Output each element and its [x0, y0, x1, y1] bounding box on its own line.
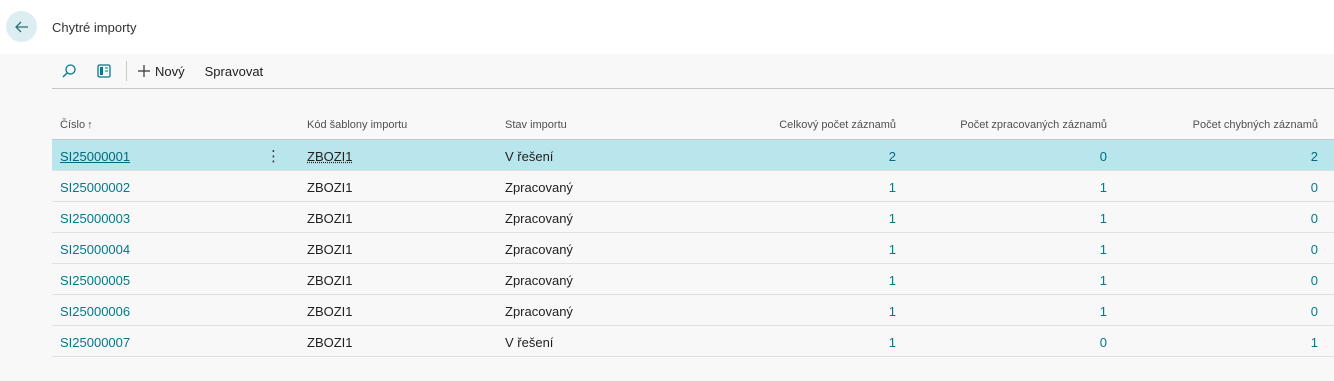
- column-header-processed[interactable]: Počet zpracovaných záznamů: [960, 119, 1107, 131]
- import-status: Zpracovaný: [505, 211, 573, 226]
- import-number-link[interactable]: SI25000007: [60, 335, 130, 350]
- column-header-errors[interactable]: Počet chybných záznamů: [1193, 119, 1318, 131]
- back-button[interactable]: [6, 11, 37, 42]
- arrow-left-icon: [14, 21, 28, 32]
- import-status: Zpracovaný: [505, 304, 573, 319]
- processed-records[interactable]: 1: [1100, 304, 1107, 319]
- template-code: ZBOZI1: [307, 242, 353, 257]
- template-code: ZBOZI1: [307, 304, 353, 319]
- import-number-link[interactable]: SI25000005: [60, 273, 130, 288]
- filter-pane-icon[interactable]: [92, 59, 116, 83]
- column-header-template[interactable]: Kód šablony importu: [307, 119, 407, 131]
- template-code: ZBOZI1: [307, 149, 353, 164]
- total-records[interactable]: 1: [889, 304, 896, 319]
- import-number-link[interactable]: SI25000004: [60, 242, 130, 257]
- table-row[interactable]: SI25000001 ⋮ ZBOZI1 V řešení 2 0 2: [52, 140, 1334, 171]
- table-header: Číslo ↑ Kód šablony importu Stav importu …: [52, 109, 1334, 140]
- plus-icon: [138, 65, 150, 77]
- error-records[interactable]: 0: [1311, 304, 1318, 319]
- search-icon[interactable]: [57, 59, 81, 83]
- error-records[interactable]: 0: [1311, 242, 1318, 257]
- processed-records[interactable]: 1: [1100, 273, 1107, 288]
- total-records[interactable]: 2: [889, 149, 896, 164]
- template-code: ZBOZI1: [307, 180, 353, 195]
- total-records[interactable]: 1: [889, 180, 896, 195]
- import-status: Zpracovaný: [505, 273, 573, 288]
- template-code: ZBOZI1: [307, 211, 353, 226]
- column-header-status[interactable]: Stav importu: [505, 119, 567, 131]
- row-menu-icon[interactable]: ⋮: [266, 149, 281, 165]
- new-button-label: Nový: [155, 63, 185, 79]
- new-button[interactable]: Nový: [137, 64, 185, 79]
- imports-table: Číslo ↑ Kód šablony importu Stav importu …: [52, 109, 1334, 357]
- import-status: V řešení: [505, 335, 554, 350]
- total-records[interactable]: 1: [889, 211, 896, 226]
- manage-button[interactable]: Spravovat: [205, 64, 264, 79]
- total-records[interactable]: 1: [889, 335, 896, 350]
- import-status: V řešení: [505, 149, 554, 164]
- import-number-link[interactable]: SI25000002: [60, 180, 130, 195]
- processed-records[interactable]: 0: [1100, 335, 1107, 350]
- error-records[interactable]: 2: [1311, 149, 1318, 164]
- manage-button-label: Spravovat: [204, 63, 264, 79]
- processed-records[interactable]: 0: [1100, 149, 1107, 164]
- top-bar: Chytré importy: [0, 0, 1334, 54]
- import-number-link[interactable]: SI25000006: [60, 304, 130, 319]
- import-number-link[interactable]: SI25000001: [60, 149, 130, 164]
- table-row[interactable]: SI25000007 ZBOZI1 V řešení 1 0 1: [52, 326, 1334, 357]
- template-code: ZBOZI1: [307, 335, 353, 350]
- table-row[interactable]: SI25000002 ZBOZI1 Zpracovaný 1 1 0: [52, 171, 1334, 202]
- sort-ascending-icon: ↑: [87, 119, 93, 131]
- toolbar-divider: [126, 61, 127, 81]
- toolbar-divider-line: [52, 88, 1334, 89]
- import-status: Zpracovaný: [505, 242, 573, 257]
- total-records[interactable]: 1: [889, 242, 896, 257]
- template-code: ZBOZI1: [307, 273, 353, 288]
- error-records[interactable]: 0: [1311, 273, 1318, 288]
- import-status: Zpracovaný: [505, 180, 573, 195]
- table-row[interactable]: SI25000005 ZBOZI1 Zpracovaný 1 1 0: [52, 264, 1334, 295]
- processed-records[interactable]: 1: [1100, 180, 1107, 195]
- table-row[interactable]: SI25000004 ZBOZI1 Zpracovaný 1 1 0: [52, 233, 1334, 264]
- error-records[interactable]: 0: [1311, 180, 1318, 195]
- import-number-link[interactable]: SI25000003: [60, 211, 130, 226]
- column-header-total[interactable]: Celkový počet záznamů: [779, 119, 896, 131]
- column-header-number-label: Číslo: [60, 119, 86, 131]
- error-records[interactable]: 1: [1311, 335, 1318, 350]
- processed-records[interactable]: 1: [1100, 211, 1107, 226]
- table-row[interactable]: SI25000006 ZBOZI1 Zpracovaný 1 1 0: [52, 295, 1334, 326]
- column-header-number[interactable]: Číslo ↑: [60, 119, 93, 131]
- page-title: Chytré importy: [52, 20, 137, 35]
- action-toolbar: Nový Spravovat: [52, 54, 1334, 88]
- processed-records[interactable]: 1: [1100, 242, 1107, 257]
- total-records[interactable]: 1: [889, 273, 896, 288]
- error-records[interactable]: 0: [1311, 211, 1318, 226]
- table-row[interactable]: SI25000003 ZBOZI1 Zpracovaný 1 1 0: [52, 202, 1334, 233]
